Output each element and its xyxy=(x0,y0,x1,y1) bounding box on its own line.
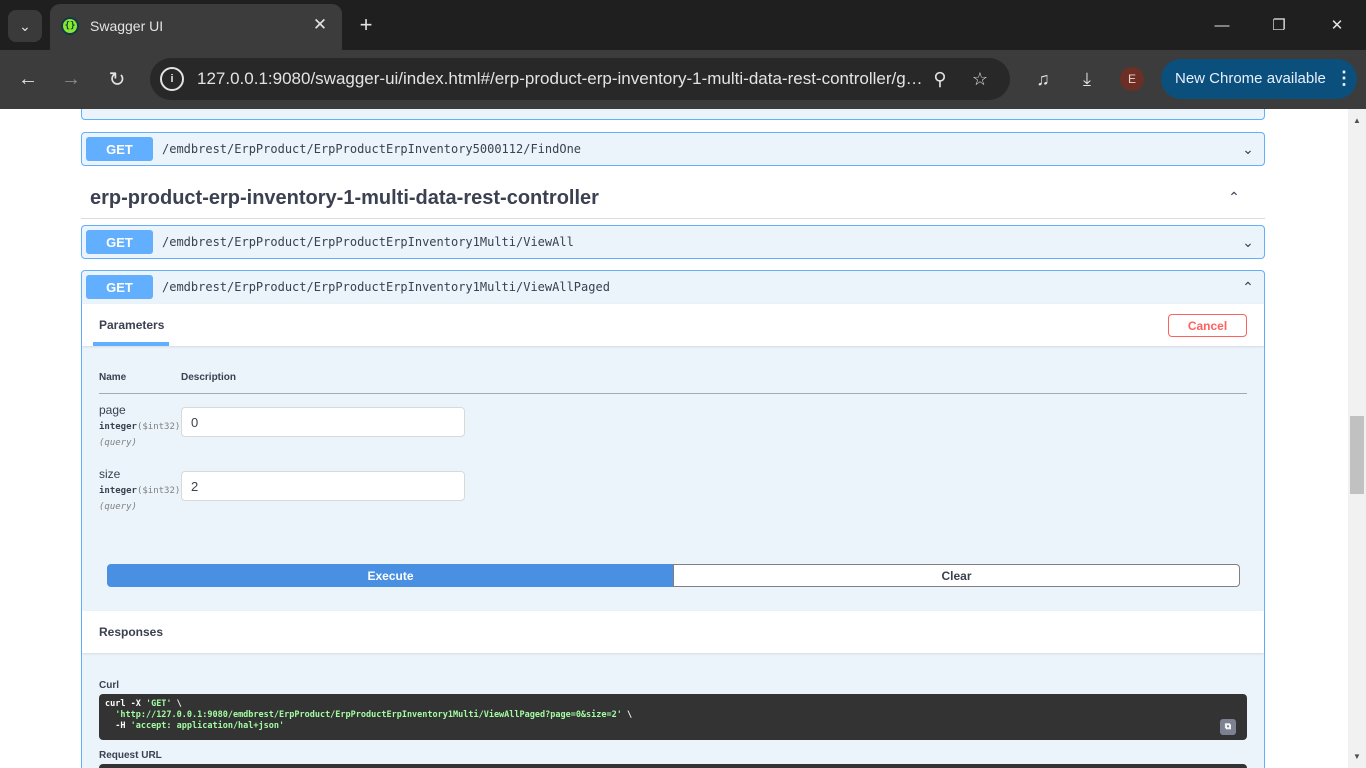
op-block-findone[interactable]: GET /emdbrest/ErpProduct/ErpProductErpIn… xyxy=(81,132,1265,166)
op-header[interactable]: GET /emdbrest/ErpProduct/ErpProductErpIn… xyxy=(82,271,1264,303)
param-name: page xyxy=(99,403,126,417)
star-icon[interactable]: ☆ xyxy=(967,66,993,92)
close-icon[interactable]: ✕ xyxy=(310,15,330,35)
method-badge: GET xyxy=(86,275,153,299)
op-path: /emdbrest/ErpProduct/ErpProductErpInvent… xyxy=(162,142,582,156)
tab-title: Swagger UI xyxy=(90,18,164,34)
site-info-icon[interactable]: i xyxy=(160,67,184,91)
minimize-icon[interactable]: — xyxy=(1202,8,1242,42)
chevron-down-icon[interactable]: ⌄ xyxy=(8,10,42,42)
scroll-up-icon[interactable]: ▲ xyxy=(1352,115,1362,125)
op-block-hidden[interactable] xyxy=(81,109,1265,120)
col-name: Name xyxy=(99,372,127,383)
request-url-label: Request URL xyxy=(99,750,162,761)
back-arrow-icon[interactable]: ← xyxy=(13,64,43,94)
avatar[interactable]: E xyxy=(1120,67,1144,91)
new-chrome-button[interactable]: New Chrome available ⋮ xyxy=(1161,59,1357,99)
tag-divider xyxy=(81,218,1265,219)
method-badge: GET xyxy=(86,137,153,161)
method-badge: GET xyxy=(86,230,153,254)
curl-code-block: curl -X 'GET' \ 'http://127.0.0.1:9080/e… xyxy=(99,694,1247,740)
page-input[interactable] xyxy=(181,407,465,437)
responses-heading: Responses xyxy=(99,625,164,639)
param-location: (query) xyxy=(99,438,137,448)
chevron-down-icon[interactable]: ⌄ xyxy=(1238,232,1258,252)
scroll-thumb[interactable] xyxy=(1350,416,1364,494)
clear-button[interactable]: Clear xyxy=(673,564,1240,587)
execute-button[interactable]: Execute xyxy=(107,564,674,587)
address-bar[interactable]: i 127.0.0.1:9080/swagger-ui/index.html#/… xyxy=(150,58,1010,100)
param-name: size xyxy=(99,467,121,481)
tag-title[interactable]: erp-product-erp-inventory-1-multi-data-r… xyxy=(90,187,599,210)
param-type: integer($int32) xyxy=(99,486,181,496)
tab-underline xyxy=(93,342,169,346)
op-block-viewall[interactable]: GET /emdbrest/ErpProduct/ErpProductErpIn… xyxy=(81,225,1265,259)
search-icon[interactable]: ⚲ xyxy=(927,66,953,92)
browser-tab[interactable]: {} Swagger UI ✕ xyxy=(50,4,342,50)
plus-icon[interactable]: + xyxy=(352,11,380,39)
tab-parameters[interactable]: Parameters xyxy=(99,318,164,332)
chevron-up-icon[interactable]: ⌃ xyxy=(1224,187,1244,207)
swagger-icon: {} xyxy=(61,17,79,35)
media-icon[interactable]: ♫ xyxy=(1028,64,1058,94)
params-divider xyxy=(99,393,1247,394)
window-close-icon[interactable]: ✕ xyxy=(1317,8,1357,42)
download-icon[interactable]: ⤓ xyxy=(1072,64,1102,94)
parameters-bar: Parameters Cancel xyxy=(82,304,1264,346)
reload-icon[interactable]: ↻ xyxy=(102,64,132,94)
update-label: New Chrome available xyxy=(1175,70,1326,87)
cancel-button[interactable]: Cancel xyxy=(1168,314,1247,337)
op-path: /emdbrest/ErpProduct/ErpProductErpInvent… xyxy=(162,280,610,294)
kebab-icon[interactable]: ⋮ xyxy=(1335,68,1353,89)
page-scrollbar[interactable]: ▲ ▼ xyxy=(1348,109,1366,768)
param-location: (query) xyxy=(99,502,137,512)
chevron-up-icon[interactable]: ⌃ xyxy=(1238,277,1258,297)
chevron-down-icon[interactable]: ⌄ xyxy=(1238,139,1258,159)
responses-bar: Responses xyxy=(82,611,1264,653)
scroll-down-icon[interactable]: ▼ xyxy=(1352,751,1362,761)
curl-label: Curl xyxy=(99,680,119,691)
op-path: /emdbrest/ErpProduct/ErpProductErpInvent… xyxy=(162,235,574,249)
col-description: Description xyxy=(181,372,237,383)
swagger-page: GET /emdbrest/ErpProduct/ErpProductErpIn… xyxy=(0,109,1348,768)
tab-strip: ⌄ {} Swagger UI ✕ + — ❐ ✕ xyxy=(0,0,1366,50)
request-url-block xyxy=(99,764,1247,768)
param-type: integer($int32) xyxy=(99,422,181,432)
copy-icon[interactable]: ⧉ xyxy=(1220,719,1236,735)
url-text[interactable]: 127.0.0.1:9080/swagger-ui/index.html#/er… xyxy=(197,69,927,89)
browser-toolbar: ← → ↻ i 127.0.0.1:9080/swagger-ui/index.… xyxy=(0,50,1366,109)
forward-arrow-icon[interactable]: → xyxy=(56,64,86,94)
size-input[interactable] xyxy=(181,471,465,501)
op-block-viewallpaged: GET /emdbrest/ErpProduct/ErpProductErpIn… xyxy=(81,270,1265,768)
restore-icon[interactable]: ❐ xyxy=(1259,8,1299,42)
